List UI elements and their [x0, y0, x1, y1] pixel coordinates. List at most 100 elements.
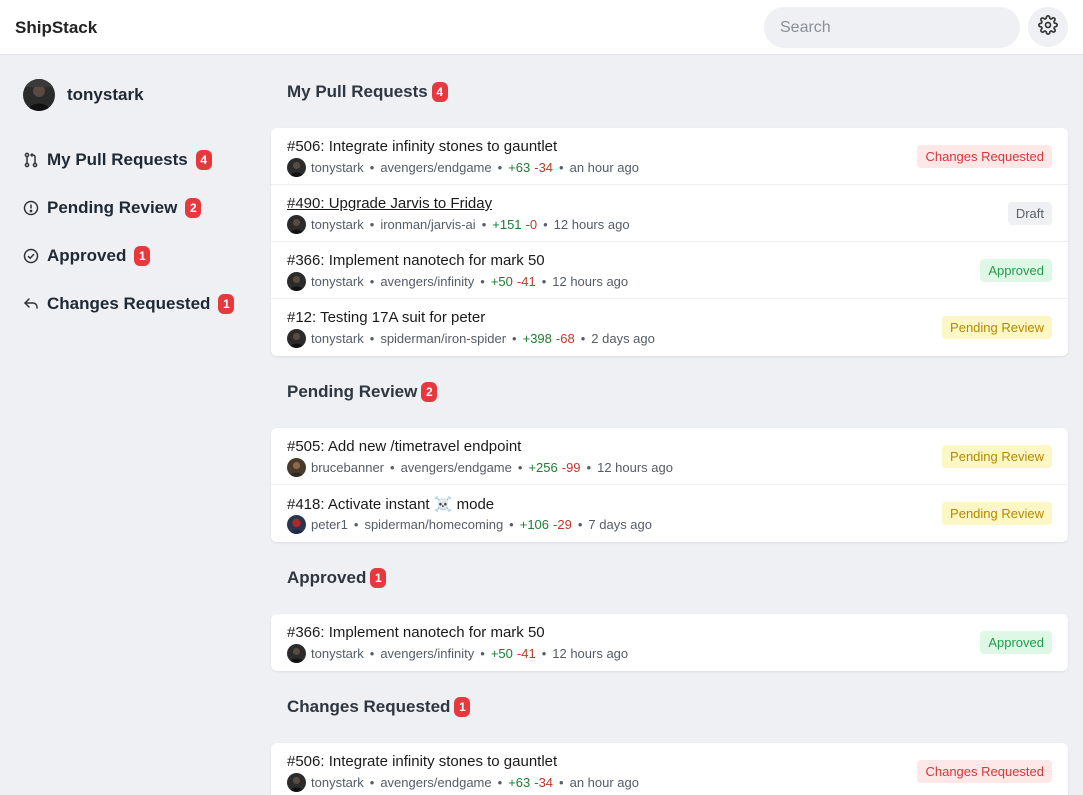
section-title-pending-review: Pending Review 2	[271, 356, 1068, 428]
separator-dot: •	[586, 460, 592, 475]
separator-dot: •	[390, 460, 395, 475]
pr-additions: +50	[490, 646, 513, 661]
pr-row[interactable]: #505: Add new /timetravel endpoint bruceb…	[271, 428, 1068, 485]
pr-meta: peter1 • spiderman/homecoming • +106 -29 • 7 da…	[287, 515, 652, 534]
count-badge: 4	[195, 150, 212, 170]
alert-circle-icon	[23, 200, 39, 216]
pr-author: tonystark	[311, 160, 364, 175]
pr-row[interactable]: #418: Activate instant ☠️ mode peter1 • spi…	[271, 485, 1068, 542]
pr-row[interactable]: #490: Upgrade Jarvis to Friday tonystark •…	[271, 185, 1068, 242]
avatar	[287, 329, 306, 348]
pr-title-link[interactable]: #505: Add new /timetravel endpoint	[287, 438, 521, 455]
separator-dot: •	[543, 217, 548, 232]
pr-additions: +256	[528, 460, 558, 475]
pr-title-link[interactable]: #366: Implement nanotech for mark 50	[287, 624, 545, 641]
count-badge: 1	[370, 568, 387, 588]
pr-title-link[interactable]: #366: Implement nanotech for mark 50	[287, 252, 545, 269]
pr-list-changes-requested: #506: Integrate infinity stones to gaunt…	[271, 743, 1068, 795]
status-badge: Approved	[980, 259, 1052, 282]
user-profile[interactable]: tonystark	[23, 79, 144, 111]
status-badge: Pending Review	[942, 316, 1052, 339]
pr-time: an hour ago	[569, 160, 640, 175]
pr-row[interactable]: #366: Implement nanotech for mark 50 tony…	[271, 614, 1068, 671]
separator-dot: •	[353, 517, 359, 532]
pr-author: tonystark	[311, 775, 364, 790]
pr-author: tonystark	[311, 274, 364, 289]
pull-request-icon	[23, 152, 39, 168]
avatar	[287, 158, 306, 177]
pr-row[interactable]: #506: Integrate infinity stones to gaunt…	[271, 128, 1068, 185]
pr-additions: +398	[522, 331, 552, 346]
separator-dot: •	[509, 517, 514, 532]
top-bar: ShipStack	[0, 0, 1083, 55]
search-input[interactable]	[764, 7, 1020, 48]
avatar	[287, 644, 306, 663]
sidebar-nav: My Pull Requests 4 Pending Review 2 Appr…	[23, 136, 235, 328]
status-badge: Pending Review	[942, 502, 1052, 525]
count-badge: 1	[218, 294, 235, 314]
count-badge: 4	[431, 82, 448, 102]
pr-list-approved: #366: Implement nanotech for mark 50 tony…	[271, 614, 1068, 671]
sidebar-item-changes-requested[interactable]: Changes Requested 1	[23, 280, 235, 328]
pr-deletions: -41	[516, 646, 536, 661]
count-badge: 2	[421, 382, 438, 402]
separator-dot: •	[541, 274, 547, 289]
separator-dot: •	[369, 217, 375, 232]
section-title-label: Pending Review	[287, 382, 418, 401]
reply-icon	[23, 296, 39, 312]
pr-deletions: -0	[525, 217, 538, 232]
pr-deletions: -29	[553, 517, 572, 532]
pr-title-link[interactable]: #12: Testing 17A suit for peter	[287, 309, 485, 326]
status-badge: Pending Review	[942, 445, 1052, 468]
pr-author: tonystark	[311, 331, 364, 346]
pr-title-link[interactable]: #490: Upgrade Jarvis to Friday	[287, 195, 492, 212]
gear-icon	[1038, 14, 1058, 40]
separator-dot: •	[497, 775, 503, 790]
status-badge: Draft	[1007, 202, 1052, 225]
separator-dot: •	[559, 775, 564, 790]
pr-additions: +63	[508, 775, 531, 790]
sidebar-item-my-pull-requests[interactable]: My Pull Requests 4	[23, 136, 234, 184]
count-badge: 1	[454, 697, 471, 717]
pr-repo: avengers/endgame	[400, 460, 512, 475]
section-title-label: My Pull Requests	[287, 82, 428, 101]
avatar	[287, 458, 306, 477]
settings-button[interactable]	[1028, 7, 1068, 47]
separator-dot: •	[559, 160, 564, 175]
pr-additions: +151	[492, 217, 522, 232]
pr-time: 12 hours ago	[553, 217, 630, 232]
pr-row[interactable]: #506: Integrate infinity stones to gaunt…	[271, 743, 1068, 795]
sidebar-item-approved[interactable]: Approved 1	[23, 232, 234, 280]
separator-dot: •	[369, 160, 375, 175]
pr-title-link[interactable]: #506: Integrate infinity stones to gaunt…	[287, 753, 557, 770]
pr-deletions: -34	[534, 775, 554, 790]
pr-author: brucebanner	[311, 460, 384, 475]
sidebar-item-pending-review[interactable]: Pending Review 2	[23, 184, 234, 232]
pr-meta: tonystark • avengers/infinity • +50 -41 • 12 ho…	[287, 272, 628, 291]
brand-logo[interactable]: ShipStack	[15, 18, 97, 38]
separator-dot: •	[580, 331, 586, 346]
pr-meta: tonystark • ironman/jarvis-ai • +151 -0 • 12 ho…	[287, 215, 630, 234]
pr-row[interactable]: #12: Testing 17A suit for peter tonystark…	[271, 299, 1068, 356]
pr-repo: avengers/infinity	[380, 274, 475, 289]
pr-repo: avengers/endgame	[380, 160, 492, 175]
sidebar-item-label: Changes Requested	[47, 294, 211, 313]
pr-additions: +50	[490, 274, 513, 289]
pr-title-link[interactable]: #506: Integrate infinity stones to gaunt…	[287, 138, 557, 155]
pr-row[interactable]: #366: Implement nanotech for mark 50 tony…	[271, 242, 1068, 299]
pr-deletions: -41	[516, 274, 536, 289]
separator-dot: •	[480, 274, 485, 289]
avatar	[287, 215, 306, 234]
pr-time: 12 hours ago	[552, 274, 629, 289]
separator-dot: •	[577, 517, 583, 532]
pr-time: 12 hours ago	[597, 460, 673, 475]
pr-deletions: -99	[561, 460, 581, 475]
status-badge: Approved	[980, 631, 1052, 654]
section-title-label: Approved	[287, 568, 367, 587]
sidebar-item-label: Approved	[47, 246, 127, 265]
pr-repo: avengers/infinity	[380, 646, 475, 661]
pr-meta: brucebanner • avengers/endgame • +256 -99 • 12 …	[287, 458, 673, 477]
pr-additions: +63	[508, 160, 531, 175]
pr-additions: +106	[519, 517, 550, 532]
pr-title-link[interactable]: #418: Activate instant ☠️ mode	[287, 495, 494, 513]
